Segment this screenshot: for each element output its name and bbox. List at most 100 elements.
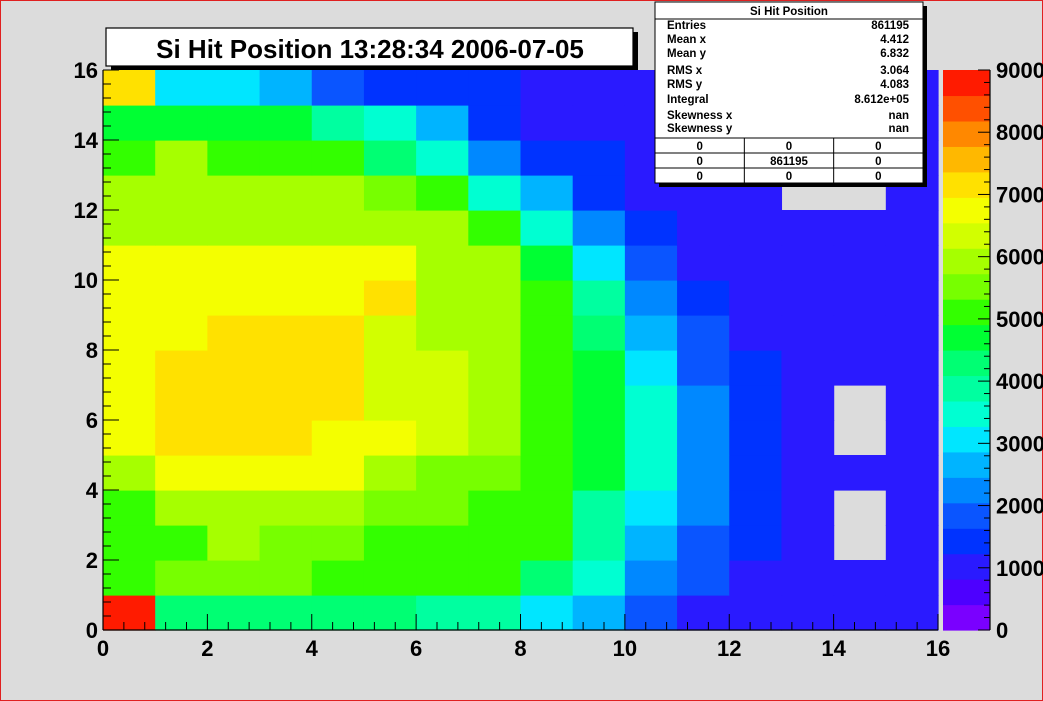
- heatmap-cell: [416, 385, 469, 421]
- heatmap-cell: [363, 210, 417, 246]
- y-tick-label: 6: [86, 408, 98, 433]
- stats-label: RMS x: [667, 65, 703, 77]
- heatmap-cell: [363, 175, 417, 211]
- heatmap-cell: [572, 595, 626, 631]
- heatmap-cell: [468, 315, 522, 351]
- heatmap-cell: [363, 245, 417, 281]
- heatmap-cell: [155, 595, 208, 631]
- heatmap-cell: [572, 315, 626, 351]
- heatmap-cell: [259, 560, 313, 596]
- heatmap-cell: [103, 315, 156, 351]
- heatmap-cell: [311, 70, 365, 106]
- stats-value: 6.832: [880, 48, 909, 60]
- heatmap-cell: [572, 70, 626, 106]
- heatmap-cell: [155, 315, 208, 351]
- heatmap-cell: [624, 490, 678, 526]
- heatmap-cell: [259, 175, 313, 211]
- heatmap-cell: [311, 140, 365, 176]
- heatmap-cell: [781, 280, 835, 316]
- heatmap-cell: [781, 245, 835, 281]
- palette-swatch: [943, 95, 990, 122]
- heatmap-cell: [781, 420, 835, 456]
- heatmap-cell: [311, 420, 365, 456]
- heatmap-cell: [363, 420, 417, 456]
- palette-swatch: [943, 70, 990, 97]
- heatmap-cell: [468, 350, 522, 386]
- color-palette: 0 1000 2000 3000 4000 5000 6000 7000 8000 9000: [943, 58, 1043, 643]
- heatmap-cell: [520, 385, 574, 421]
- heatmap-cell: [311, 105, 365, 141]
- heatmap-cell: [833, 455, 887, 491]
- heatmap-cell: [363, 70, 417, 106]
- heatmap-cell: [677, 210, 730, 246]
- heatmap-cell: [572, 560, 626, 596]
- heatmap-cell: [155, 175, 208, 211]
- heatmap-cell: [468, 210, 522, 246]
- palette-swatch: [943, 146, 990, 173]
- heatmap-cell: [520, 560, 574, 596]
- heatmap-cell: [416, 595, 469, 631]
- heatmap-cell: [416, 175, 469, 211]
- heatmap-cell: [677, 455, 730, 491]
- heatmap-cell: [572, 490, 626, 526]
- heatmap-cell: [677, 420, 730, 456]
- heatmap-cell: [311, 525, 365, 561]
- heatmap-cell: [781, 525, 835, 561]
- heatmap-cell: [885, 595, 939, 631]
- y-tick-label: 16: [74, 58, 98, 83]
- heatmap-cell: [729, 280, 783, 316]
- palette-swatch: [943, 400, 990, 427]
- heatmap-cell: [207, 350, 261, 386]
- heatmap-cell: [311, 280, 365, 316]
- heatmap-cell: [207, 560, 261, 596]
- heatmap-cell: [259, 525, 313, 561]
- heatmap-cell: [833, 280, 887, 316]
- heatmap-cell: [729, 245, 783, 281]
- heatmap-cell: [155, 140, 208, 176]
- heatmap-cell: [155, 105, 208, 141]
- heatmap-cell: [155, 210, 208, 246]
- heatmap-cell: [520, 140, 574, 176]
- heatmap-cell: [416, 350, 469, 386]
- heatmap-cell: [416, 560, 469, 596]
- heatmap-cell: [781, 595, 835, 631]
- heatmap-cell: [677, 595, 730, 631]
- stats-value: 861195: [871, 20, 909, 32]
- heatmap-cell: [468, 175, 522, 211]
- heatmap-cell: [155, 70, 208, 106]
- heatmap-cell: [155, 420, 208, 456]
- x-tick-label: 0: [97, 636, 109, 661]
- heatmap-cell: [259, 315, 313, 351]
- palette-tick-label: 0: [996, 618, 1008, 643]
- heatmap-cell: [207, 280, 261, 316]
- heatmap-cell: [677, 350, 730, 386]
- overflow-cell: 0: [875, 141, 881, 153]
- stats-box-title: Si Hit Position: [750, 6, 828, 18]
- heatmap-cell: [833, 210, 887, 246]
- overflow-cell: 0: [696, 156, 702, 168]
- heatmap-cell: [416, 105, 469, 141]
- palette-swatch: [943, 604, 990, 631]
- x-tick-label: 10: [613, 636, 637, 661]
- heatmap-cell: [572, 455, 626, 491]
- heatmap-cell: [833, 350, 887, 386]
- heatmap-cell: [729, 595, 783, 631]
- heatmap-cell: [624, 420, 678, 456]
- heatmap-cell: [311, 210, 365, 246]
- heatmap-cell: [520, 210, 574, 246]
- heatmap-cell: [207, 175, 261, 211]
- heatmap-cell: [572, 175, 626, 211]
- heatmap-cell: [103, 595, 156, 631]
- heatmap-cell: [103, 455, 156, 491]
- heatmap-cell: [416, 245, 469, 281]
- stats-label: Skewness x: [667, 110, 733, 122]
- heatmap-cell: [572, 105, 626, 141]
- palette-swatch: [943, 579, 990, 606]
- y-tick-label: 4: [86, 478, 99, 503]
- palette-swatch: [943, 120, 990, 147]
- heatmap-cell: [572, 280, 626, 316]
- heatmap-cell: [677, 315, 730, 351]
- heatmap-cell: [103, 70, 156, 106]
- heatmap-cell: [363, 490, 417, 526]
- heatmap-cell: [416, 210, 469, 246]
